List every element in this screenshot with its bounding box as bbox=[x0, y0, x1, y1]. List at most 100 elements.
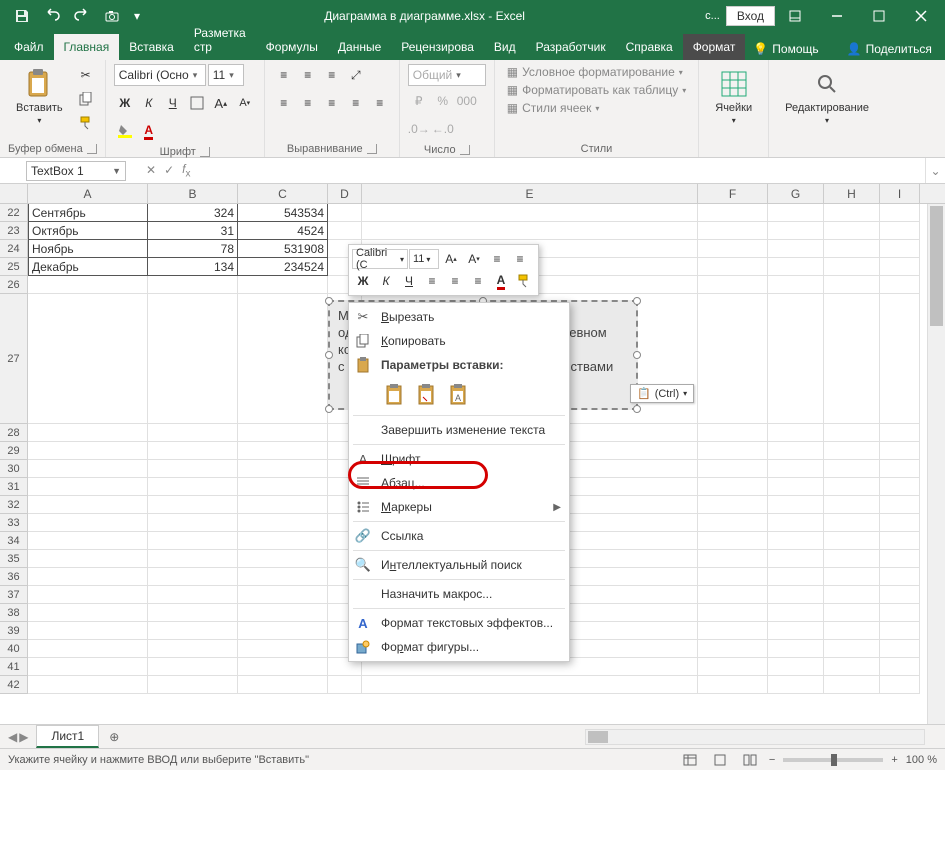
cell-I34[interactable] bbox=[880, 532, 920, 550]
cell-G30[interactable] bbox=[768, 460, 824, 478]
col-header-C[interactable]: C bbox=[238, 184, 328, 203]
cell-F41[interactable] bbox=[698, 658, 768, 676]
cell-H38[interactable] bbox=[824, 604, 880, 622]
orientation-icon[interactable]: ⤢ bbox=[345, 64, 367, 86]
align-left-icon[interactable]: ≡ bbox=[273, 92, 295, 114]
horizontal-scrollbar[interactable] bbox=[585, 729, 925, 745]
enter-icon[interactable]: ✓ bbox=[164, 163, 174, 177]
paste-keep-source-icon[interactable] bbox=[381, 381, 409, 409]
cell-B38[interactable] bbox=[148, 604, 238, 622]
cell-I25[interactable] bbox=[880, 258, 920, 276]
decrease-decimal-icon[interactable]: ←.0 bbox=[432, 118, 454, 140]
cell-B32[interactable] bbox=[148, 496, 238, 514]
align-center-icon[interactable]: ≡ bbox=[297, 92, 319, 114]
zoom-in-icon[interactable]: + bbox=[891, 754, 897, 766]
cell-H31[interactable] bbox=[824, 478, 880, 496]
cell-A35[interactable] bbox=[28, 550, 148, 568]
cell-E22[interactable] bbox=[362, 204, 698, 222]
cell-I42[interactable] bbox=[880, 676, 920, 694]
mini-shrink-font-icon[interactable]: A▾ bbox=[463, 248, 485, 270]
qat-dropdown-icon[interactable]: ▾ bbox=[130, 4, 144, 28]
tab-review[interactable]: Рецензирова bbox=[391, 34, 484, 60]
row-header-24[interactable]: 24 bbox=[0, 240, 28, 258]
cell-A27[interactable] bbox=[28, 294, 148, 424]
cell-C36[interactable] bbox=[238, 568, 328, 586]
cell-A25[interactable]: Декабрь bbox=[28, 258, 148, 276]
cell-B36[interactable] bbox=[148, 568, 238, 586]
cell-C22[interactable]: 543534 bbox=[238, 204, 328, 222]
cell-H27[interactable] bbox=[824, 294, 880, 424]
vertical-scrollbar[interactable] bbox=[927, 204, 945, 724]
tab-data[interactable]: Данные bbox=[328, 34, 391, 60]
cell-H22[interactable] bbox=[824, 204, 880, 222]
cells-button[interactable]: Ячейки ▾ bbox=[707, 64, 760, 129]
mini-format-painter-icon[interactable] bbox=[513, 270, 535, 292]
cell-F30[interactable] bbox=[698, 460, 768, 478]
cell-E42[interactable] bbox=[362, 676, 698, 694]
increase-decimal-icon[interactable]: .0→ bbox=[408, 118, 430, 140]
font-color-button[interactable]: A bbox=[138, 120, 160, 142]
cell-C33[interactable] bbox=[238, 514, 328, 532]
cell-G41[interactable] bbox=[768, 658, 824, 676]
cell-F34[interactable] bbox=[698, 532, 768, 550]
underline-button[interactable]: Ч bbox=[162, 92, 184, 114]
zoom-slider[interactable] bbox=[783, 758, 883, 762]
cell-C32[interactable] bbox=[238, 496, 328, 514]
cell-A33[interactable] bbox=[28, 514, 148, 532]
mini-underline-button[interactable]: Ч bbox=[398, 270, 420, 292]
cell-H26[interactable] bbox=[824, 276, 880, 294]
cm-font[interactable]: AШрифт... bbox=[349, 447, 569, 471]
cell-G27[interactable] bbox=[768, 294, 824, 424]
redo-icon[interactable] bbox=[70, 4, 94, 28]
tab-insert[interactable]: Вставка bbox=[119, 34, 184, 60]
paste-button[interactable]: Вставить ▾ bbox=[8, 64, 71, 129]
bold-button[interactable]: Ж bbox=[114, 92, 136, 114]
cell-B26[interactable] bbox=[148, 276, 238, 294]
comma-icon[interactable]: 000 bbox=[456, 90, 478, 112]
row-header-35[interactable]: 35 bbox=[0, 550, 28, 568]
cut-icon[interactable]: ✂ bbox=[75, 64, 97, 86]
row-header-31[interactable]: 31 bbox=[0, 478, 28, 496]
format-painter-icon[interactable] bbox=[75, 112, 97, 134]
cell-I36[interactable] bbox=[880, 568, 920, 586]
mini-italic-button[interactable]: К bbox=[375, 270, 397, 292]
cm-copy[interactable]: Копировать bbox=[349, 329, 569, 353]
cell-B42[interactable] bbox=[148, 676, 238, 694]
cell-C35[interactable] bbox=[238, 550, 328, 568]
cell-F36[interactable] bbox=[698, 568, 768, 586]
cell-C40[interactable] bbox=[238, 640, 328, 658]
cell-B31[interactable] bbox=[148, 478, 238, 496]
cell-C30[interactable] bbox=[238, 460, 328, 478]
cell-A36[interactable] bbox=[28, 568, 148, 586]
cell-F26[interactable] bbox=[698, 276, 768, 294]
cell-I38[interactable] bbox=[880, 604, 920, 622]
cell-C31[interactable] bbox=[238, 478, 328, 496]
increase-indent-icon[interactable]: ≡ bbox=[369, 92, 391, 114]
cell-F28[interactable] bbox=[698, 424, 768, 442]
expand-formula-bar-icon[interactable]: ⌄ bbox=[925, 158, 945, 183]
cell-C37[interactable] bbox=[238, 586, 328, 604]
cell-G26[interactable] bbox=[768, 276, 824, 294]
row-header-37[interactable]: 37 bbox=[0, 586, 28, 604]
cell-G23[interactable] bbox=[768, 222, 824, 240]
cell-F39[interactable] bbox=[698, 622, 768, 640]
row-header-36[interactable]: 36 bbox=[0, 568, 28, 586]
cell-G39[interactable] bbox=[768, 622, 824, 640]
clipboard-launcher[interactable] bbox=[87, 144, 97, 154]
mini-size-combo[interactable]: 11▾ bbox=[409, 249, 439, 269]
cell-C39[interactable] bbox=[238, 622, 328, 640]
cell-F23[interactable] bbox=[698, 222, 768, 240]
cell-I31[interactable] bbox=[880, 478, 920, 496]
border-button[interactable] bbox=[186, 92, 208, 114]
mini-decrease-indent-icon[interactable]: ≡ bbox=[486, 248, 508, 270]
col-header-D[interactable]: D bbox=[328, 184, 362, 203]
cell-I41[interactable] bbox=[880, 658, 920, 676]
copy-icon[interactable] bbox=[75, 88, 97, 110]
undo-icon[interactable] bbox=[40, 4, 64, 28]
row-header-26[interactable]: 26 bbox=[0, 276, 28, 294]
close-icon[interactable] bbox=[901, 2, 941, 30]
currency-icon[interactable]: ₽ bbox=[408, 90, 430, 112]
cell-D22[interactable] bbox=[328, 204, 362, 222]
shrink-font-button[interactable]: A▾ bbox=[234, 92, 256, 114]
cell-C27[interactable] bbox=[238, 294, 328, 424]
